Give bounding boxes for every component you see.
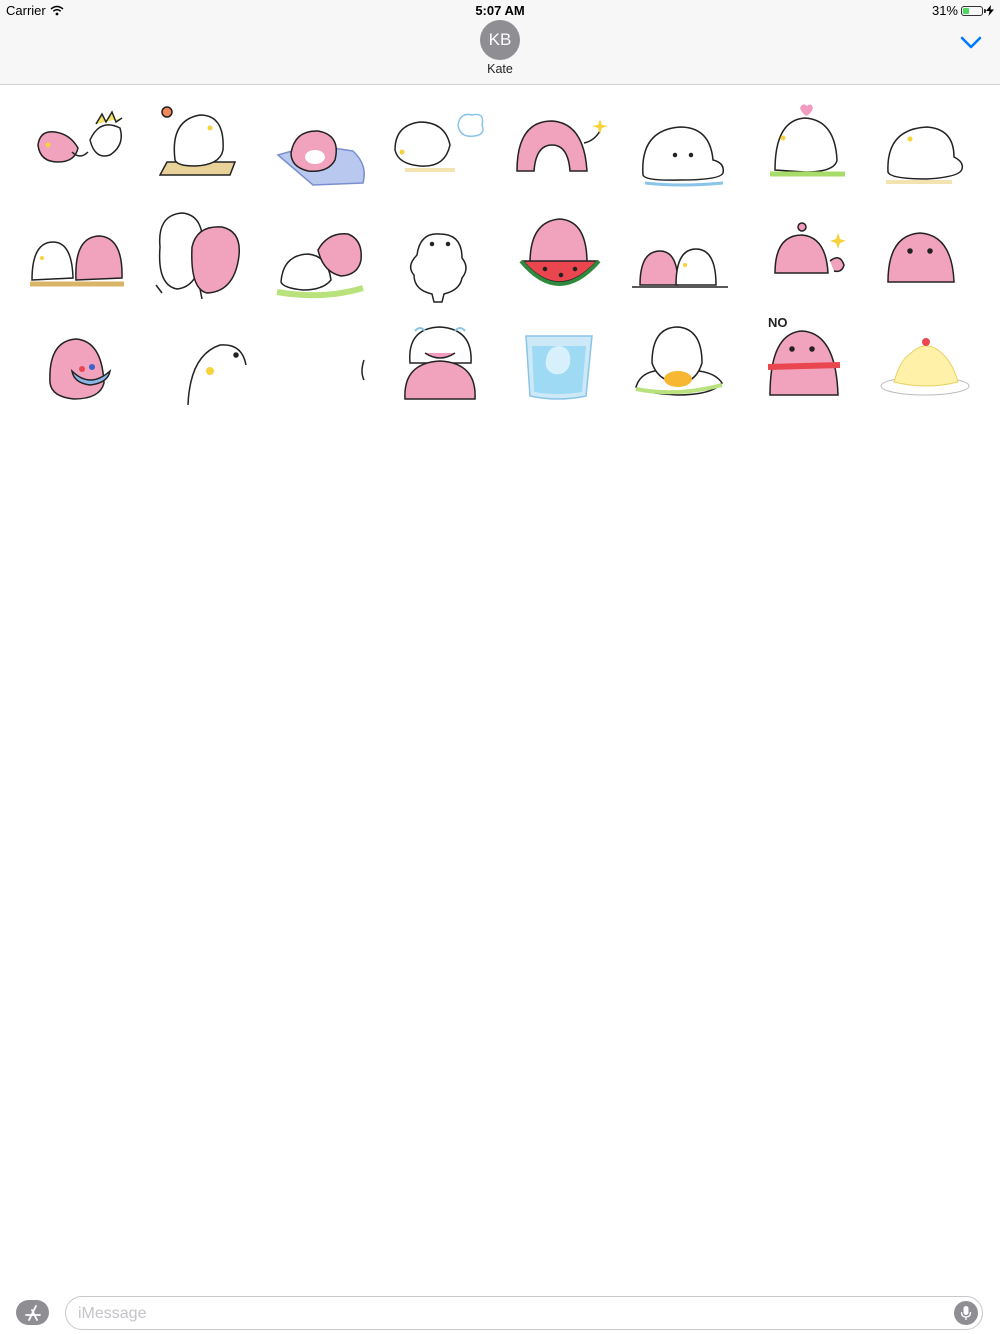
imessage-placeholder: iMessage <box>78 1305 147 1322</box>
sticker-seal-white-lying[interactable] <box>635 115 735 215</box>
sticker-seal-pink-watermelon[interactable] <box>515 213 615 313</box>
sticker-seal-white-blob[interactable] <box>882 117 982 217</box>
avatar-initials: KB <box>488 30 512 49</box>
sticker-seals-eating-together[interactable] <box>28 220 128 320</box>
microphone-button[interactable] <box>954 1301 978 1325</box>
sticker-seal-white-egg[interactable] <box>632 323 732 423</box>
sticker-seal-in-glass[interactable] <box>518 330 618 430</box>
chevron-down-icon[interactable] <box>958 32 984 52</box>
contact-name[interactable]: Kate <box>0 62 1000 76</box>
microphone-icon <box>960 1306 972 1320</box>
sticker-seals-stacked-crying[interactable] <box>395 323 495 423</box>
sticker-seals-hugging[interactable] <box>152 207 252 307</box>
sticker-pudding-dessert[interactable] <box>880 330 980 430</box>
sticker-seal-pink-flower-sparkle[interactable] <box>760 217 860 317</box>
sticker-seal-white-peek-side[interactable] <box>180 335 280 435</box>
sticker-seal-white-blowing-cloud[interactable] <box>390 100 490 200</box>
sticker-seal-white-sitting-mat[interactable] <box>155 100 255 200</box>
battery-percent: 31% <box>931 3 958 18</box>
bolt-icon <box>986 5 994 16</box>
status-bar: Carrier 5:07 AM 31% <box>0 0 1000 22</box>
sticker-seal-pink-arch-grumpy[interactable] <box>882 227 982 327</box>
sticker-seal-pink-sliding[interactable] <box>273 115 373 215</box>
sticker-seal-pink-punched[interactable] <box>30 100 130 200</box>
battery-icon <box>961 5 986 16</box>
imessage-input[interactable]: iMessage <box>65 1296 983 1330</box>
sticker-seal-white-standing[interactable] <box>392 230 492 330</box>
app-store-button[interactable] <box>16 1300 49 1325</box>
sticker-no-text: NO <box>768 315 788 330</box>
sticker-seal-pink-no[interactable]: NO <box>764 315 864 415</box>
battery-level <box>963 7 969 14</box>
sticker-seal-pink-bowl[interactable] <box>42 335 142 435</box>
sticker-seal-pink-arch-wave[interactable] <box>512 113 612 213</box>
status-time: 5:07 AM <box>475 3 525 18</box>
sticker-seals-peeking[interactable] <box>630 235 730 335</box>
app-store-icon <box>24 1304 41 1321</box>
sticker-seal-white-heart[interactable] <box>765 100 865 200</box>
contact-avatar[interactable]: KB <box>480 20 520 60</box>
sticker-seal-edge[interactable] <box>340 350 370 450</box>
sticker-seals-lying-grass[interactable] <box>273 230 373 330</box>
